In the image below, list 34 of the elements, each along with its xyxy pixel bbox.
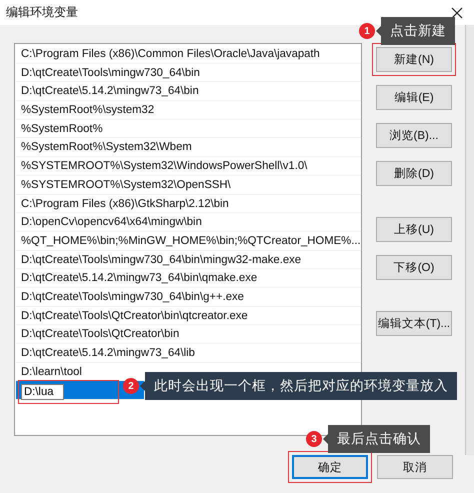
side-button[interactable]: 浏览(B)... — [376, 123, 452, 148]
path-entry[interactable]: D:\qtCreate\Tools\QtCreator\bin\qtcreator.exe — [16, 306, 361, 326]
side-button[interactable]: 上移(U) — [376, 217, 452, 242]
callout-tooltip: 点击新建 — [376, 17, 455, 45]
dialog-button[interactable]: 取消 — [377, 455, 453, 479]
path-entry[interactable]: C:\Program Files (x86)\Common Files\Oracle\Java\javapath — [16, 45, 361, 64]
side-button[interactable]: 下移(O) — [376, 255, 452, 280]
path-entry[interactable]: C:\Program Files (x86)\GtkSharp\2.12\bin — [16, 194, 361, 214]
window-title: 编辑环境变量 — [6, 4, 78, 21]
path-entry[interactable]: D:\qtCreate\5.14.2\mingw73_64\lib — [16, 344, 361, 363]
dialog-button[interactable]: 确定 — [292, 455, 368, 479]
callout-tooltip: 此时会出现一个框，然后把对应的环境变量放入 — [140, 372, 457, 400]
path-entry[interactable]: D:\qtCreate\5.14.2\mingw73_64\bin — [16, 82, 361, 102]
path-entry[interactable]: %SYSTEMROOT%\System32\WindowsPowerShell\v1.0\ — [16, 157, 361, 176]
step-number-badge: 3 — [306, 431, 322, 447]
path-entry[interactable]: D:\qtCreate\Tools\mingw730_64\bin\mingw32-make.exe — [16, 250, 361, 270]
path-input-field[interactable]: D:\lua — [21, 384, 64, 400]
path-entry[interactable]: D:\qtCreate\Tools\mingw730_64\bin\g++.exe — [16, 288, 361, 307]
path-entry[interactable]: %SystemRoot%\System32\Wbem — [16, 138, 361, 158]
step-number-badge: 1 — [359, 23, 375, 39]
side-button[interactable]: 编辑文本(T)... — [376, 311, 452, 336]
side-button[interactable]: 新建(N) — [376, 47, 452, 72]
path-entry[interactable]: D:\qtCreate\Tools\mingw730_64\bin — [16, 64, 361, 82]
path-entry[interactable]: D:\openCv\opencv64\x64\mingw\bin — [16, 213, 361, 232]
path-entry[interactable]: %SystemRoot%\system32 — [16, 101, 361, 120]
path-entry[interactable]: %QT_HOME%\bin;%MinGW_HOME%\bin;%QTCreator_HOME%... — [16, 232, 361, 251]
path-entry[interactable]: %SystemRoot% — [16, 120, 361, 138]
path-entry[interactable]: %SYSTEMROOT%\System32\OpenSSH\ — [16, 176, 361, 194]
callout-tooltip: 最后点击确认 — [323, 425, 430, 453]
close-icon[interactable] — [451, 6, 463, 18]
side-button[interactable]: 编辑(E) — [376, 85, 452, 110]
side-button[interactable]: 删除(D) — [376, 161, 452, 186]
path-entry[interactable]: D:\qtCreate\5.14.2\mingw73_64\bin\qmake.exe — [16, 269, 361, 288]
path-entry[interactable]: D:\qtCreate\Tools\QtCreator\bin — [16, 325, 361, 344]
